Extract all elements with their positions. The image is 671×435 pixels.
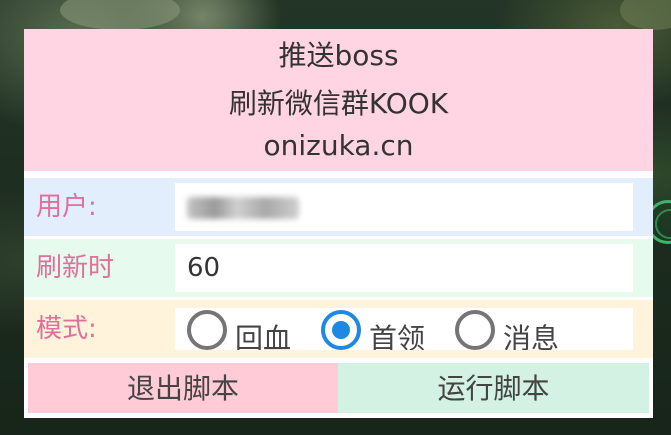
- header-title: 推送boss: [278, 39, 399, 72]
- mode-row: 模式: 回血 首领 消息: [24, 300, 653, 358]
- user-label: 用户:: [36, 192, 97, 222]
- background-foliage: [620, 0, 671, 30]
- mode-radio-group: 回血 首领 消息: [175, 308, 633, 350]
- mode-option-shouling[interactable]: 首领: [321, 308, 441, 350]
- mode-option-label: 回血: [235, 322, 292, 350]
- mode-option-huixue[interactable]: 回血: [187, 308, 307, 350]
- user-row: 用户:: [24, 178, 653, 236]
- refresh-interval-field[interactable]: [175, 244, 633, 292]
- mode-option-label: 消息: [503, 322, 560, 350]
- refresh-interval-input[interactable]: [175, 244, 633, 292]
- mode-label: 模式:: [36, 314, 97, 344]
- header-site: onizuka.cn: [263, 129, 414, 162]
- background-foliage: [60, 0, 180, 30]
- run-script-button[interactable]: 运行脚本: [338, 363, 649, 413]
- dialog-header: 推送boss 刷新微信群KOOK onizuka.cn: [24, 29, 653, 171]
- exit-script-button[interactable]: 退出脚本: [28, 363, 338, 413]
- mode-option-xiaoxi[interactable]: 消息: [455, 308, 575, 350]
- radio-checked-icon[interactable]: [321, 310, 361, 350]
- refresh-label: 刷新时: [36, 253, 115, 283]
- obscured-username: [187, 197, 299, 219]
- mode-option-label: 首领: [369, 322, 426, 350]
- header-subtitle: 刷新微信群KOOK: [228, 87, 449, 120]
- script-settings-dialog: 推送boss 刷新微信群KOOK onizuka.cn 用户: 刷新时 模式: …: [24, 29, 653, 418]
- user-input[interactable]: [175, 183, 633, 231]
- radio-unchecked-icon[interactable]: [187, 310, 227, 350]
- refresh-row: 刷新时: [24, 239, 653, 297]
- radio-unchecked-icon[interactable]: [455, 310, 495, 350]
